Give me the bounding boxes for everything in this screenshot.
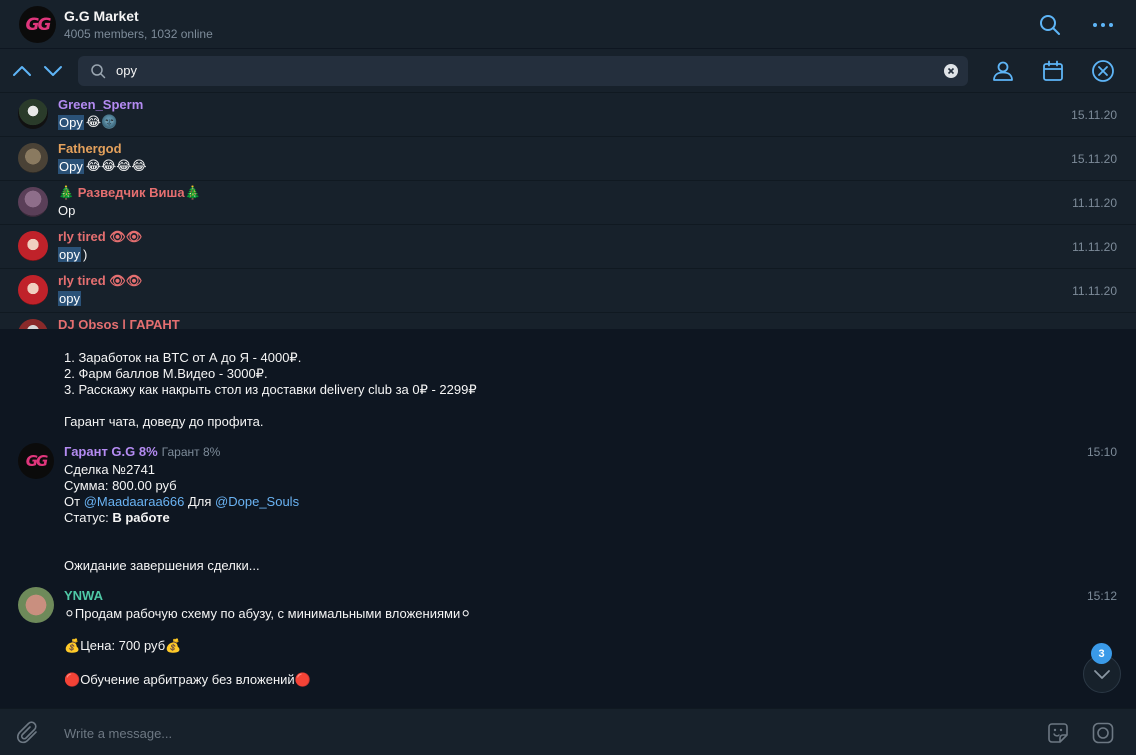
- in-chat-search-bar: opy: [0, 49, 1136, 93]
- sticker-icon[interactable]: [1046, 721, 1070, 745]
- result-sender-name: DJ Obsos | ГАРАНТ: [58, 317, 180, 329]
- avatar[interactable]: [18, 587, 54, 623]
- white-circle-icon: ⚪: [460, 607, 472, 622]
- result-text: opy: [58, 291, 81, 306]
- money-bag-icon: 💰: [64, 639, 81, 654]
- avatar: [18, 231, 48, 261]
- result-text-plain: ): [82, 247, 88, 262]
- search-match-highlight: Opy: [58, 115, 84, 130]
- avatar-logo: GG: [25, 452, 49, 470]
- message-time: 15:10: [1086, 445, 1117, 459]
- avatar: [18, 319, 48, 329]
- message-composer: Write a message...: [0, 708, 1136, 755]
- search-input[interactable]: opy: [78, 56, 968, 86]
- result-text: Opy 😂😂😂😂: [58, 159, 147, 174]
- result-sender-name: Fathergod: [58, 141, 122, 156]
- sender-name-text: Гарант G.G 8%: [64, 444, 158, 459]
- sender-badge: Гарант 8%: [161, 445, 221, 459]
- message-history: 1. Заработок на BTC от А до Я - 4000₽. 2…: [0, 329, 1136, 708]
- search-input-value: opy: [116, 63, 137, 78]
- search-icon[interactable]: [1038, 13, 1062, 37]
- status-value: В работе: [112, 510, 170, 525]
- chat-title[interactable]: G.G Market: [64, 8, 139, 24]
- ynwa-line-3: Обучение арбитражу без вложений: [80, 672, 295, 687]
- to-user-link[interactable]: @Dope_Souls: [215, 494, 299, 509]
- message-line: Гарант чата, доведу до профита.: [64, 414, 264, 429]
- search-match-highlight: opy: [58, 247, 81, 262]
- deal-parties: От @Maadaaraa666 Для @Dope_Souls: [64, 494, 299, 509]
- result-text: Opy 😂🌚: [58, 115, 117, 130]
- avatar: [18, 187, 48, 217]
- result-emoji: 😂😂😂😂: [85, 159, 147, 174]
- result-date: 15.11.20: [1071, 152, 1117, 166]
- chevron-down-icon[interactable]: [43, 61, 63, 81]
- result-text: opy): [58, 247, 87, 262]
- deal-waiting-text: Ожидание завершения сделки...: [64, 558, 260, 573]
- message-line: 💰Цена: 700 руб💰: [64, 638, 181, 654]
- result-text: Op: [58, 203, 75, 218]
- result-sender-name: rly tired 👁👁: [58, 229, 143, 244]
- message-input[interactable]: Write a message...: [64, 726, 172, 741]
- ynwa-line-1: Продам рабочую схему по абузу, с минимал…: [74, 606, 461, 621]
- message-line: 2. Фарм баллов М.Видео - 3000₽.: [64, 366, 268, 381]
- search-result-item[interactable]: rly tired 👁👁 opy 11.11.20: [0, 269, 1136, 313]
- chat-member-count: 4005 members, 1032 online: [64, 27, 213, 41]
- avatar[interactable]: GG: [18, 443, 54, 479]
- avatar: [18, 275, 48, 305]
- chat-avatar-logo: GG: [25, 14, 52, 35]
- from-label: От: [64, 494, 81, 509]
- result-date: 11.11.20: [1072, 196, 1117, 210]
- result-date: 15.11.20: [1071, 108, 1117, 122]
- search-result-item[interactable]: Fathergod Opy 😂😂😂😂 15.11.20: [0, 137, 1136, 181]
- more-options-icon[interactable]: [1091, 13, 1115, 37]
- search-result-item[interactable]: rly tired 👁👁 opy) 11.11.20: [0, 225, 1136, 269]
- deal-status: Статус: В работе: [64, 510, 170, 525]
- red-circle-icon: 🔴: [294, 673, 311, 688]
- search-field-icon: [91, 64, 106, 79]
- result-date: 11.11.20: [1072, 284, 1117, 298]
- result-sender-name: rly tired 👁👁: [58, 273, 143, 288]
- result-date: 11.11.20: [1072, 240, 1117, 254]
- message-line: 1. Заработок на BTC от А до Я - 4000₽.: [64, 350, 302, 365]
- close-search-icon[interactable]: [1091, 59, 1115, 83]
- video-message-icon[interactable]: [1091, 721, 1115, 745]
- result-text-plain: Op: [58, 203, 76, 218]
- status-label: Статус:: [64, 510, 109, 525]
- calendar-icon[interactable]: [1041, 59, 1065, 83]
- message-line: 3. Расскажу как накрыть стол из доставки…: [64, 382, 477, 397]
- search-result-item[interactable]: 🎄 Разведчик Виша🎄 Op 11.11.20: [0, 181, 1136, 225]
- message-line: 🔴Обучение арбитражу без вложений🔴: [64, 672, 311, 688]
- result-sender-name: Green_Sperm: [58, 97, 144, 112]
- money-bag-icon: 💰: [165, 639, 182, 654]
- message-time: 15:12: [1086, 589, 1117, 603]
- message-sender-name[interactable]: YNWA: [64, 588, 103, 603]
- search-by-member-icon[interactable]: [991, 59, 1015, 83]
- white-circle-icon: ⚪: [64, 607, 75, 622]
- search-match-highlight: Opy: [58, 159, 84, 174]
- search-match-highlight: opy: [58, 291, 81, 306]
- ynwa-line-2: Цена: 700 руб: [80, 638, 166, 653]
- deal-number: Сделка №2741: [64, 462, 156, 477]
- search-result-item[interactable]: DJ Obsos | ГАРАНТ: [0, 313, 1136, 329]
- unread-count-badge: 3: [1091, 643, 1112, 664]
- result-emoji: 😂🌚: [85, 115, 118, 130]
- chat-avatar[interactable]: GG: [19, 6, 56, 43]
- chevron-down-icon: [1094, 670, 1110, 679]
- search-result-item[interactable]: Green_Sperm Opy 😂🌚 15.11.20: [0, 93, 1136, 137]
- chat-header: GG G.G Market 4005 members, 1032 online: [0, 0, 1136, 49]
- to-label: Для: [187, 494, 212, 509]
- from-user-link[interactable]: @Maadaaraa666: [84, 494, 185, 509]
- chevron-up-icon[interactable]: [12, 61, 32, 81]
- avatar: [18, 99, 48, 129]
- deal-sum: Сумма: 800.00 руб: [64, 478, 177, 493]
- message-line: ⚪Продам рабочую схему по абузу, с минима…: [64, 606, 471, 622]
- red-circle-icon: 🔴: [64, 673, 81, 688]
- paperclip-icon[interactable]: [16, 721, 40, 745]
- result-sender-name: 🎄 Разведчик Виша🎄: [58, 185, 201, 200]
- message-sender-name[interactable]: Гарант G.G 8% Гарант 8%: [64, 444, 220, 459]
- avatar: [18, 143, 48, 173]
- search-results-list: Green_Sperm Opy 😂🌚 15.11.20 Fathergod Op…: [0, 93, 1136, 329]
- clear-search-icon[interactable]: [944, 64, 958, 78]
